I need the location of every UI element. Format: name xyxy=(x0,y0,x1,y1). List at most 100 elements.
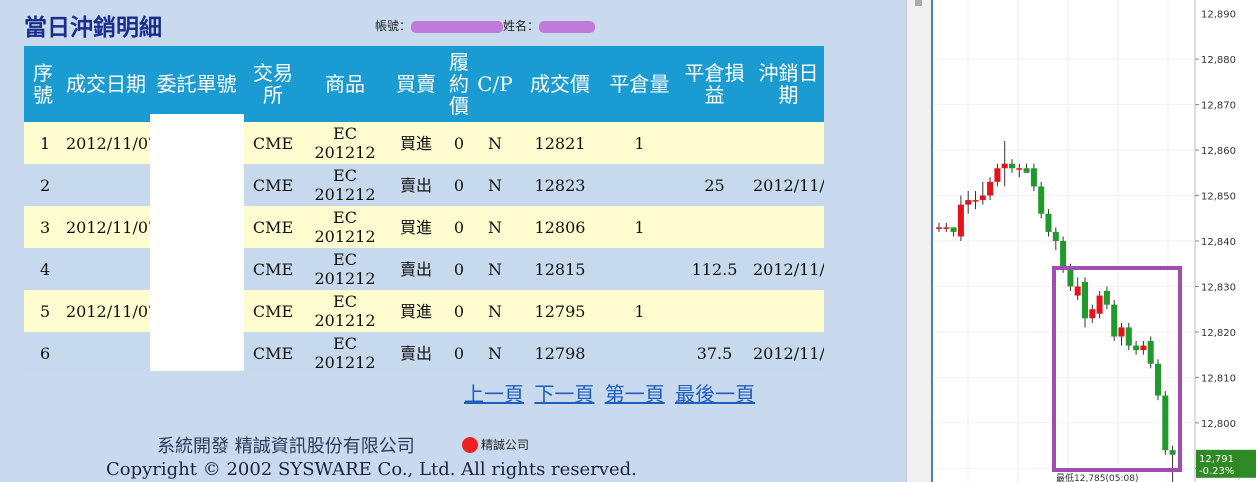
cell-product: EC 201212 xyxy=(303,122,387,164)
trade-table: 序號 成交日期 委託單號 交易所 商品 買賣 履約價 C/P 成交價 平倉量 平… xyxy=(24,46,824,374)
candle-body xyxy=(1001,163,1008,169)
next-page-link[interactable]: 下一頁 xyxy=(534,382,594,406)
cell-cp: N xyxy=(473,122,517,164)
cell-strike: 0 xyxy=(445,122,473,164)
candle-body xyxy=(1045,213,1052,232)
header-side: 買賣 xyxy=(387,46,445,122)
tick-label: 12,870 xyxy=(1201,101,1236,112)
last-page-link[interactable]: 最後一頁 xyxy=(675,382,755,406)
cell-pnl xyxy=(676,122,753,164)
cell-pnl: 37.5 xyxy=(676,332,753,374)
header-strike: 履約價 xyxy=(445,46,473,122)
cell-qty: 1 xyxy=(603,206,676,248)
cell-offset-date: 2012/11/07 xyxy=(753,164,824,206)
candlestick-chart: 12,890 12,880 12,870 12,860 12,850 12,840 12,8… xyxy=(935,0,1256,482)
cell-seq: 6 xyxy=(24,332,62,374)
tick-label: 12,840 xyxy=(1201,237,1236,248)
prev-page-link[interactable]: 上一頁 xyxy=(464,382,524,406)
highlight-box xyxy=(1052,266,1182,472)
tick-label: 12,850 xyxy=(1201,192,1236,203)
cell-seq: 2 xyxy=(24,164,62,206)
redacted-name xyxy=(539,20,596,33)
candle-body xyxy=(994,168,1001,182)
candle-body xyxy=(1016,168,1023,170)
candle-body xyxy=(979,195,986,201)
tick-label: 12,860 xyxy=(1201,146,1236,157)
cell-qty xyxy=(603,164,676,206)
account-label: 帳號： xyxy=(375,19,412,33)
candle-body xyxy=(1096,295,1103,314)
cell-cp: N xyxy=(473,206,517,248)
cell-side: 賣出 xyxy=(387,332,445,374)
cell-product: EC 201212 xyxy=(303,164,387,206)
cell-price: 12798 xyxy=(517,332,603,374)
candle-body xyxy=(1038,186,1045,214)
product-code: EC xyxy=(333,166,357,185)
candle-body xyxy=(1009,163,1015,169)
product-month: 201212 xyxy=(314,185,376,204)
cell-product: EC 201212 xyxy=(303,290,387,332)
candle-body xyxy=(1023,168,1030,173)
candle-body xyxy=(1030,168,1037,187)
scrollbar[interactable] xyxy=(906,0,932,482)
cell-price: 12823 xyxy=(517,164,603,206)
header-offset-date: 沖銷日期 xyxy=(753,46,824,122)
cell-strike: 0 xyxy=(445,164,473,206)
cell-trade-date: 2012/11/07 xyxy=(62,122,150,164)
candle-body xyxy=(965,200,972,205)
cell-trade-date: 2012/11/07 xyxy=(62,290,150,332)
cell-trade-date xyxy=(62,164,150,206)
cell-strike: 0 xyxy=(445,206,473,248)
product-month: 201212 xyxy=(314,353,376,372)
cell-cp: N xyxy=(473,248,517,290)
trade-panel: 當日沖銷明細 帳號： 姓名： 序號 成交日期 委託單號 交易所 商品 買賣 履約價… xyxy=(0,0,906,482)
last-change-label: -0.23% xyxy=(1199,466,1234,477)
candle-body xyxy=(1074,286,1081,296)
cell-side: 買進 xyxy=(387,206,445,248)
cell-pnl xyxy=(676,206,753,248)
cell-offset-date xyxy=(753,206,824,248)
cell-exchange: CME xyxy=(243,290,303,332)
product-month: 201212 xyxy=(314,227,376,246)
cell-qty: 1 xyxy=(603,290,676,332)
candle-body xyxy=(1111,304,1118,337)
tick-label: 12,890 xyxy=(1201,10,1236,21)
table-row: 1 2012/11/07 CME EC 201212 買進 0 N 12821 1 xyxy=(24,122,824,164)
cell-qty xyxy=(603,332,676,374)
candle-body xyxy=(1067,268,1074,287)
cell-price: 12821 xyxy=(517,122,603,164)
account-line: 帳號： 姓名： xyxy=(375,17,596,34)
header-product: 商品 xyxy=(303,46,387,122)
cell-strike: 0 xyxy=(445,290,473,332)
cell-pnl: 112.5 xyxy=(676,248,753,290)
candle-body xyxy=(1118,327,1125,337)
cell-cp: N xyxy=(473,290,517,332)
candle-body xyxy=(1140,345,1147,351)
header-seq: 序號 xyxy=(24,46,62,122)
cell-offset-date xyxy=(753,122,824,164)
candle-body xyxy=(972,200,979,202)
candle-body xyxy=(1089,309,1096,319)
cell-trade-date xyxy=(62,248,150,290)
cell-exchange: CME xyxy=(243,164,303,206)
candle-body xyxy=(1133,345,1140,351)
cell-trade-date xyxy=(62,332,150,374)
cell-strike: 0 xyxy=(445,248,473,290)
first-page-link[interactable]: 第一頁 xyxy=(605,382,665,406)
cell-exchange: CME xyxy=(243,206,303,248)
table-row: 5 2012/11/07 CME EC 201212 買進 0 N 12795 1 xyxy=(24,290,824,332)
cell-side: 買進 xyxy=(387,290,445,332)
cell-offset-date xyxy=(753,290,824,332)
header-qty: 平倉量 xyxy=(603,46,676,122)
candle-body xyxy=(1060,241,1067,269)
candle-body xyxy=(1052,231,1059,241)
cell-price: 12806 xyxy=(517,206,603,248)
cell-strike: 0 xyxy=(445,332,473,374)
cell-exchange: CME xyxy=(243,248,303,290)
scrollbar-thumb[interactable] xyxy=(915,0,922,6)
header-price: 成交價 xyxy=(517,46,603,122)
product-code: EC xyxy=(333,292,357,311)
header-order-no: 委託單號 xyxy=(150,46,243,122)
header-trade-date: 成交日期 xyxy=(62,46,150,122)
tick-label: 12,820 xyxy=(1201,328,1236,339)
